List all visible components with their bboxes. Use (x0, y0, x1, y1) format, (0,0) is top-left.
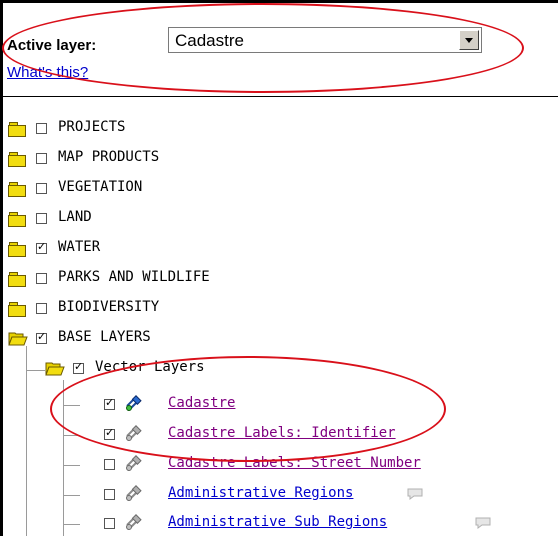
panel-divider (0, 96, 558, 97)
folder-icon (8, 152, 26, 167)
tree-connector (64, 495, 80, 496)
tree-connector (64, 524, 80, 525)
folder-icon (8, 212, 26, 227)
layer-item-administrative-sub-regions[interactable]: Administrative Sub Regions (104, 514, 544, 539)
tree-connector (27, 370, 45, 371)
group-label: BASE LAYERS (58, 329, 151, 345)
group-label: MAP PRODUCTS (58, 149, 160, 165)
tree-group-map-products[interactable]: MAP PRODUCTS (8, 149, 408, 174)
group-checkbox[interactable] (36, 213, 47, 224)
info-bubble-icon[interactable] (474, 515, 492, 529)
folder-icon (8, 242, 26, 257)
window-border-left (0, 0, 3, 536)
layer-checkbox[interactable] (104, 459, 115, 470)
folder-icon (8, 272, 26, 287)
info-bubble-icon[interactable] (406, 486, 424, 500)
tree-connector (64, 465, 80, 466)
layer-item-administrative-regions[interactable]: Administrative Regions (104, 485, 524, 510)
folder-icon (8, 182, 26, 197)
satellite-icon (126, 455, 142, 471)
group-checkbox[interactable] (36, 153, 47, 164)
tree-group-land[interactable]: LAND (8, 209, 408, 234)
layer-checkbox[interactable] (104, 489, 115, 500)
tree-group-base-layers[interactable]: BASE LAYERS (8, 329, 408, 354)
annotation-ellipse-cadastre-layers (50, 356, 446, 462)
tree-group-parks-and-wildlife[interactable]: PARKS AND WILDLIFE (8, 269, 408, 294)
layer-link[interactable]: Administrative Sub Regions (168, 514, 387, 530)
tree-connector (26, 346, 27, 536)
satellite-icon (126, 514, 142, 530)
group-label: BIODIVERSITY (58, 299, 160, 315)
group-checkbox[interactable] (36, 273, 47, 284)
layer-link[interactable]: Administrative Regions (168, 485, 353, 501)
subgroup-checkbox[interactable] (73, 360, 84, 374)
group-checkbox[interactable] (36, 183, 47, 194)
folder-icon (8, 122, 26, 137)
group-checkbox[interactable] (36, 330, 47, 344)
group-label: WATER (58, 239, 101, 255)
group-label: PARKS AND WILDLIFE (58, 269, 210, 285)
tree-group-projects[interactable]: PROJECTS (8, 119, 408, 144)
annotation-ellipse-active-layer (2, 3, 524, 93)
group-label: LAND (58, 209, 92, 225)
group-label: PROJECTS (58, 119, 126, 135)
group-checkbox[interactable] (36, 240, 47, 254)
folder-icon (8, 302, 26, 317)
group-checkbox[interactable] (36, 303, 47, 314)
open-folder-icon (8, 332, 28, 346)
tree-group-biodiversity[interactable]: BIODIVERSITY (8, 299, 408, 324)
group-checkbox[interactable] (36, 123, 47, 134)
satellite-icon (126, 485, 142, 501)
layer-item-cadastre-labels-street-number[interactable]: Cadastre Labels: Street Number (104, 455, 524, 480)
tree-group-vegetation[interactable]: VEGETATION (8, 179, 408, 204)
layer-checkbox[interactable] (104, 518, 115, 529)
open-folder-icon (45, 362, 65, 376)
tree-group-water[interactable]: WATER (8, 239, 408, 264)
group-label: VEGETATION (58, 179, 143, 195)
